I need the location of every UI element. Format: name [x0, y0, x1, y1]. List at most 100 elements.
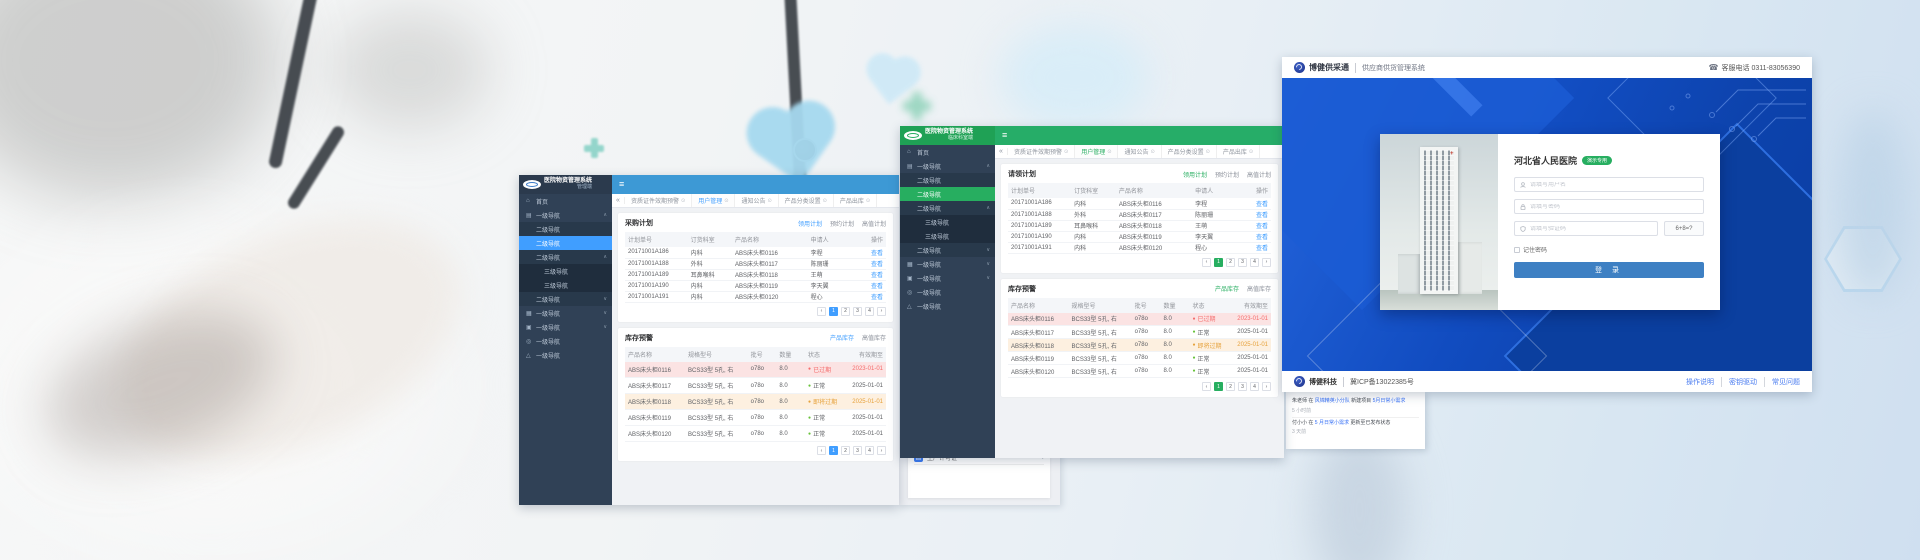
view-link[interactable]: 查看 [871, 262, 883, 268]
sidebar-menu-item[interactable]: △ 一级导航 [519, 348, 612, 362]
table-row[interactable]: ABS床头柜0116 BCS33型 5孔, 右 o78o 8.0 ●已过期 20… [1008, 313, 1271, 326]
table-row[interactable]: ABS床头柜0119 BCS33型 5孔, 右 o78o 8.0 ●正常 202… [1008, 352, 1271, 365]
page-button[interactable]: ‹ [817, 307, 826, 316]
sidebar-menu-item[interactable]: ⌂ 首页 [900, 145, 995, 159]
page-button[interactable]: ‹ [1202, 258, 1211, 267]
workspace-tab[interactable]: 产品出库 ⊙ [1217, 145, 1260, 158]
table-row[interactable]: 20171001A186 内科 ABS床头柜0116 李程 查看 [1008, 198, 1271, 209]
sidebar-menu-item[interactable]: 二级导航 ∨ [519, 292, 612, 306]
workspace-tab[interactable]: 用户管理 ⊙ [692, 194, 735, 207]
workspace-tab[interactable]: 资质证件效期预警 ⊙ [1008, 145, 1075, 158]
page-button[interactable]: 3 [1238, 382, 1247, 391]
sidebar-menu-item[interactable]: 二级导航 ∧ [519, 250, 612, 264]
notification-item[interactable]: 朱老师 在 风锦精英小分队 新建项目 5月日常小需求 5 小时前 [1292, 396, 1419, 418]
stock-link[interactable]: 高值库存 [1247, 284, 1271, 293]
stock-link[interactable]: 高值库存 [862, 333, 886, 342]
page-button[interactable]: 3 [853, 307, 862, 316]
plan-link[interactable]: 高值计划 [1247, 170, 1271, 179]
table-row[interactable]: ABS床头柜0117 BCS33型 5孔, 右 o78o 8.0 ●正常 202… [1008, 326, 1271, 339]
page-button[interactable]: 2 [841, 307, 850, 316]
table-row[interactable]: 20171001A189 耳鼻喉科 ABS床头柜0118 王萌 查看 [625, 269, 886, 280]
view-link[interactable]: 查看 [1256, 202, 1268, 208]
view-link[interactable]: 查看 [871, 251, 883, 257]
table-row[interactable]: ABS床头柜0120 BCS33型 5孔, 右 o78o 8.0 ●正常 202… [625, 426, 886, 442]
table-row[interactable]: ABS床头柜0119 BCS33型 5孔, 右 o78o 8.0 ●正常 202… [625, 410, 886, 426]
workspace-tab[interactable]: 产品分类设置 ⊙ [779, 194, 834, 207]
collapse-tabs-icon[interactable]: « [612, 197, 625, 204]
sidebar-menu-item[interactable]: 二级导航 [900, 187, 995, 201]
view-link[interactable]: 查看 [1256, 213, 1268, 219]
page-button[interactable]: 4 [865, 307, 874, 316]
workspace-tab[interactable]: 产品出库 ⊙ [834, 194, 877, 207]
table-row[interactable]: 20171001A190 内科 ABS床头柜0119 李天翼 查看 [625, 280, 886, 291]
footer-link-keydriver[interactable]: 密钥驱动 [1722, 377, 1765, 387]
table-row[interactable]: 20171001A191 内科 ABS床头柜0120 程心 查看 [625, 291, 886, 302]
sidebar-menu-item[interactable]: △ 一级导航 [900, 299, 995, 313]
table-row[interactable]: ABS床头柜0120 BCS33型 5孔, 右 o78o 8.0 ●正常 202… [1008, 365, 1271, 378]
table-row[interactable]: 20171001A188 外科 ABS床头柜0117 陈丽珊 查看 [1008, 209, 1271, 220]
page-button[interactable]: 2 [1226, 382, 1235, 391]
plan-link[interactable]: 领用计划 [1183, 170, 1207, 179]
workspace-tab[interactable]: 产品分类设置 ⊙ [1162, 145, 1217, 158]
sidebar-menu-item[interactable]: ▦ 一级导航 ∨ [900, 257, 995, 271]
username-input[interactable] [1530, 182, 1698, 188]
sidebar-menu-item[interactable]: ▣ 一级导航 ∨ [519, 320, 612, 334]
captcha-question[interactable]: 6+8=? [1664, 221, 1704, 236]
captcha-input[interactable] [1530, 226, 1652, 232]
workspace-tab[interactable]: 通知公告 ⊙ [735, 194, 778, 207]
sidebar-menu-item[interactable]: 二级导航 ∨ [900, 243, 995, 257]
footer-link-faq[interactable]: 常见问题 [1765, 377, 1800, 387]
page-button[interactable]: 4 [1250, 258, 1259, 267]
page-button[interactable]: ‹ [817, 446, 826, 455]
sidebar-menu-item[interactable]: 二级导航 ∧ [900, 201, 995, 215]
table-row[interactable]: 20171001A189 耳鼻喉科 ABS床头柜0118 王萌 查看 [1008, 220, 1271, 231]
password-input[interactable] [1530, 204, 1698, 210]
notification-link[interactable]: 5 月日常小需求 [1315, 420, 1349, 426]
page-button[interactable]: › [1262, 258, 1271, 267]
page-button[interactable]: › [1262, 382, 1271, 391]
sidebar-menu-item[interactable]: ◎ 一级导航 [519, 334, 612, 348]
view-link[interactable]: 查看 [1256, 246, 1268, 252]
sidebar-menu-item[interactable]: 三级导航 [900, 215, 995, 229]
page-button[interactable]: ‹ [1202, 382, 1211, 391]
sidebar-menu-item[interactable]: ▤ 一级导航 ∧ [519, 208, 612, 222]
sidebar-menu-item[interactable]: 二级导航 [519, 236, 612, 250]
workspace-tab[interactable]: 用户管理 ⊙ [1075, 145, 1118, 158]
table-row[interactable]: 20171001A190 内科 ABS床头柜0119 李天翼 查看 [1008, 231, 1271, 242]
sidebar-menu-item[interactable]: 三级导航 [900, 229, 995, 243]
page-button[interactable]: 1 [829, 446, 838, 455]
collapse-tabs-icon[interactable]: « [995, 148, 1008, 155]
notification-link[interactable]: 风锦精英小分队 [1315, 398, 1350, 404]
footer-link-help[interactable]: 操作说明 [1679, 377, 1722, 387]
table-row[interactable]: 20171001A191 内科 ABS床头柜0120 程心 查看 [1008, 242, 1271, 253]
sidebar-menu-item[interactable]: ⌂ 首页 [519, 194, 612, 208]
notification-item[interactable]: 付小小 在 5 月日常小需求 更新至已发布状态 3 天前 [1292, 418, 1419, 439]
plan-link[interactable]: 高值计划 [862, 219, 886, 228]
workspace-tab[interactable]: 资质证件效期预警 ⊙ [625, 194, 692, 207]
table-row[interactable]: 20171001A188 外科 ABS床头柜0117 陈丽珊 查看 [625, 258, 886, 269]
page-button[interactable]: 3 [853, 446, 862, 455]
page-button[interactable]: › [877, 307, 886, 316]
page-button[interactable]: 1 [1214, 382, 1223, 391]
page-button[interactable]: 2 [841, 446, 850, 455]
sidebar-menu-item[interactable]: ▣ 一级导航 ∨ [900, 271, 995, 285]
table-row[interactable]: ABS床头柜0116 BCS33型 5孔, 右 o78o 8.0 ●已过期 20… [625, 362, 886, 378]
view-link[interactable]: 查看 [871, 284, 883, 290]
sidebar-menu-item[interactable]: ▤ 一级导航 ∧ [900, 159, 995, 173]
notification-link[interactable]: 5月日常小需求 [1373, 398, 1406, 404]
sidebar-menu-item[interactable]: 三级导航 [519, 264, 612, 278]
login-button[interactable]: 登 录 [1514, 262, 1704, 278]
sidebar-menu-item[interactable]: 三级导航 [519, 278, 612, 292]
hamburger-menu-icon[interactable]: ≡ [619, 180, 624, 189]
table-row[interactable]: ABS床头柜0118 BCS33型 5孔, 右 o78o 8.0 ●即将过期 2… [625, 394, 886, 410]
view-link[interactable]: 查看 [871, 295, 883, 301]
plan-link[interactable]: 领用计划 [798, 219, 822, 228]
sidebar-menu-item[interactable]: 二级导航 [519, 222, 612, 236]
page-button[interactable]: 2 [1226, 258, 1235, 267]
remember-checkbox[interactable] [1514, 247, 1520, 253]
page-button[interactable]: 4 [865, 446, 874, 455]
view-link[interactable]: 查看 [1256, 224, 1268, 230]
view-link[interactable]: 查看 [871, 273, 883, 279]
page-button[interactable]: 1 [829, 307, 838, 316]
plan-link[interactable]: 预约计划 [830, 219, 854, 228]
